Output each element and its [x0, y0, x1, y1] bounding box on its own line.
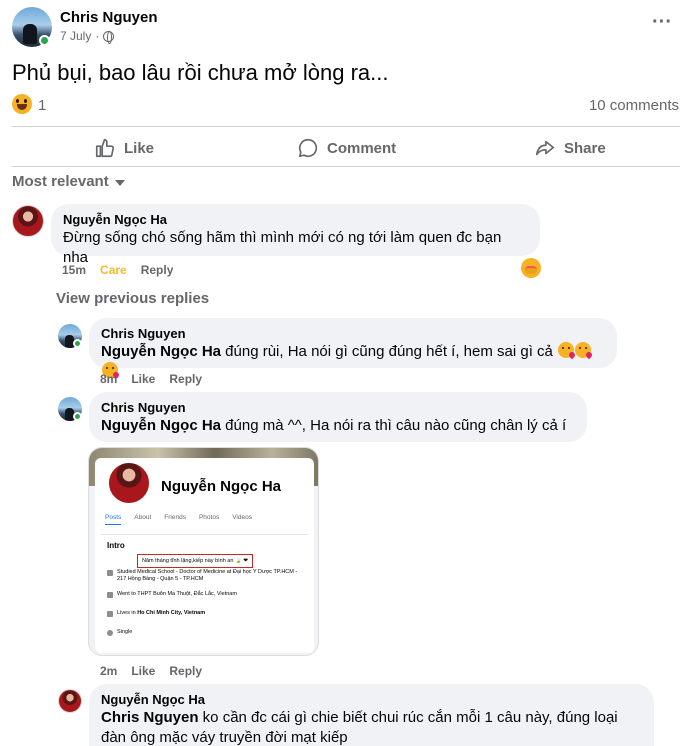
reply-body: đúng rùi, Ha nói gì cũng đúng hết í, hem… [221, 343, 553, 360]
tab-videos: Videos [232, 514, 252, 521]
comment-bubble: Nguyễn Ngọc Ha Đừng sống chó sống hãm th… [51, 204, 540, 266]
comment-author[interactable]: Nguyễn Ngọc Ha [63, 212, 528, 228]
profile-name: Nguyễn Ngọc Ha [161, 478, 282, 495]
reply-bubble: Chris Nguyen Nguyễn Ngọc Ha đúng rùi, Ha… [89, 318, 617, 378]
reply-button[interactable]: Reply [141, 263, 174, 277]
reply-body: đúng mà ^^, Ha nói ra thì câu nào cũng c… [221, 417, 567, 434]
home-icon [107, 611, 113, 617]
reply-link[interactable]: Reply [169, 664, 202, 678]
school-line: Went to THPT Buôn Ma Thuột, Đắc Lắc, Vie… [107, 591, 237, 598]
like-button[interactable]: Like [94, 133, 154, 163]
tab-photos: Photos [198, 514, 220, 521]
view-previous-replies-link[interactable]: View previous replies [56, 290, 209, 307]
comments-count[interactable]: 10 comments [589, 97, 679, 114]
globe-icon [103, 30, 115, 44]
reply-author[interactable]: Chris Nguyen [101, 326, 605, 342]
relationship-line: Single [107, 629, 132, 636]
like-link[interactable]: Like [131, 372, 155, 386]
profile-tabs: Posts About Friends Photos Videos [105, 514, 252, 525]
care-reaction-icon[interactable] [521, 258, 541, 278]
reply-author[interactable]: Nguyễn Ngọc Ha [101, 692, 642, 708]
commenter-avatar[interactable] [12, 205, 44, 237]
graduation-cap-icon [107, 570, 113, 576]
sort-label: Most relevant [12, 173, 109, 190]
education-line: Studied Medical School - Doctor of Medic… [107, 569, 303, 583]
reply-bubble: Chris Nguyen Nguyễn Ngọc Ha đúng mà ^^, … [89, 392, 587, 442]
post-text: Phủ bụi, bao lâu rồi chưa mở lòng ra... [12, 60, 389, 85]
comment-label: Comment [327, 139, 397, 157]
post-meta: 7 July · [60, 29, 115, 44]
reply-avatar[interactable] [58, 689, 82, 713]
mention-tag[interactable]: Chris Nguyen [101, 709, 199, 726]
share-button[interactable]: Share [534, 133, 606, 163]
sort-dropdown[interactable]: Most relevant [12, 173, 125, 190]
divider-bottom [12, 166, 680, 167]
care-reaction-button[interactable]: Care [100, 263, 127, 277]
tab-posts: Posts [105, 514, 122, 525]
comment-text: Đừng sống chó sống hãm thì mình mới có n… [63, 229, 502, 266]
reply-time[interactable]: 2m [100, 664, 117, 678]
share-icon [535, 140, 555, 156]
reaction-count[interactable]: 1 [38, 97, 46, 114]
divider-top [12, 126, 680, 127]
tabs-divider [101, 534, 308, 535]
online-status-dot [39, 35, 50, 46]
lives-line: Lives in Ho Chi Minh City, Vietnam [107, 610, 205, 617]
reply-text: Chris Nguyen ko cần đc cái gì chie biết … [101, 708, 642, 746]
intro-section: Intro Năm tháng tĩnh lặng,kiếp này bình … [101, 538, 308, 650]
profile-card: Nguyễn Ngọc Ha Posts About Friends Photo… [95, 458, 314, 653]
online-status-dot [73, 412, 82, 421]
reply-author[interactable]: Chris Nguyen [101, 400, 575, 416]
mention-tag[interactable]: Nguyễn Ngọc Ha [101, 417, 221, 434]
bio-text: Năm tháng tĩnh lặng,kiếp này bình an 🍃 ❤ [137, 554, 253, 568]
haha-reaction-icon[interactable] [12, 94, 32, 114]
post-author-name[interactable]: Chris Nguyen [60, 9, 158, 26]
reply-bubble: Nguyễn Ngọc Ha Chris Nguyen ko cần đc cá… [89, 684, 654, 746]
comment-button[interactable]: Comment [297, 133, 396, 163]
mention-tag[interactable]: Nguyễn Ngọc Ha [101, 343, 221, 360]
kiss-emoji-icon [558, 342, 575, 358]
share-label: Share [564, 139, 606, 157]
heart-icon [107, 630, 113, 636]
comment-footer: 15m Care Reply [62, 263, 173, 277]
comment-icon [298, 138, 318, 158]
reply-footer: 8m Like Reply [100, 372, 202, 386]
reply-time[interactable]: 8m [100, 372, 117, 386]
post-date[interactable]: 7 July [60, 29, 91, 43]
like-link[interactable]: Like [131, 664, 155, 678]
chevron-down-icon [114, 179, 125, 186]
more-options-button[interactable]: ··· [650, 10, 674, 34]
online-status-dot [73, 339, 82, 348]
reply-footer: 2m Like Reply [100, 664, 202, 678]
intro-title: Intro [107, 541, 125, 550]
tab-friends: Friends [164, 514, 186, 521]
comment-time[interactable]: 15m [62, 263, 86, 277]
meta-separator: · [95, 29, 100, 43]
graduation-cap-icon [107, 592, 113, 598]
like-label: Like [124, 139, 155, 157]
attached-image[interactable]: Nguyễn Ngọc Ha Posts About Friends Photo… [88, 447, 319, 656]
reply-link[interactable]: Reply [169, 372, 202, 386]
kiss-emoji-icon [575, 342, 592, 358]
reply-text: Nguyễn Ngọc Ha đúng mà ^^, Ha nói ra thì… [101, 416, 575, 436]
profile-avatar [107, 461, 151, 505]
thumbs-up-icon [95, 138, 114, 158]
tab-about: About [134, 514, 152, 521]
